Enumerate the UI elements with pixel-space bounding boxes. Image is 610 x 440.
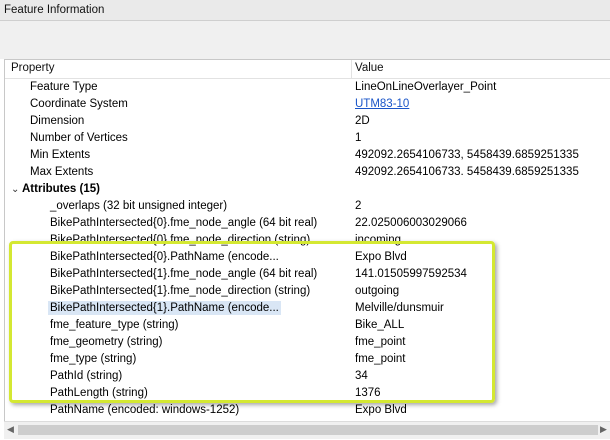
property-column-header[interactable]: Property — [11, 62, 54, 74]
table-row[interactable]: Min Extents 492092.2654106733, 5458439.6… — [5, 148, 610, 165]
value-cell: 34 — [355, 370, 368, 382]
value-cell: Expo Blvd — [355, 404, 407, 416]
selected-property-text: BikePathIntersected{1}.PathName (encode.… — [48, 301, 281, 315]
toolbar-area — [0, 21, 610, 59]
value-cell: fme_point — [355, 336, 406, 348]
value-cell: 141.01505997592534 — [355, 268, 467, 280]
table-row[interactable]: fme_type (string) fme_point — [5, 352, 610, 369]
property-cell: fme_type (string) — [50, 353, 137, 365]
value-cell: 492092.2654106733, 5458439.6859251335 — [355, 166, 579, 175]
table-row[interactable]: BikePathIntersected{0}.PathName (encode.… — [5, 250, 610, 267]
value-cell: LineOnLineOverlayer_Point — [355, 81, 497, 93]
table-row[interactable]: Feature Type LineOnLineOverlayer_Point — [5, 80, 610, 97]
table-row[interactable]: _overlaps (32 bit unsigned integer) 2 — [5, 199, 610, 216]
scroll-left-icon[interactable]: ◀ — [7, 424, 14, 435]
value-column-header[interactable]: Value — [355, 62, 384, 74]
table-row[interactable]: fme_geometry (string) fme_point — [5, 335, 610, 352]
scroll-right-icon[interactable]: ▶ — [600, 424, 607, 435]
table-row[interactable]: PathName (encoded: windows-1252) Expo Bl… — [5, 403, 610, 420]
property-cell: fme_feature_type (string) — [50, 319, 179, 331]
chevron-down-icon[interactable]: ⌄ — [11, 184, 19, 195]
value-cell: incoming — [355, 234, 402, 246]
property-cell: BikePathIntersected{0}.PathName (encode.… — [50, 251, 279, 263]
table-header: Property Value — [5, 60, 610, 79]
property-cell: fme_geometry (string) — [50, 336, 163, 348]
table-row[interactable]: fme_feature_type (string) Bike_ALL — [5, 318, 610, 335]
title-bar: Feature Information — [0, 0, 610, 21]
property-cell: Max Extents — [30, 166, 94, 175]
property-cell: BikePathIntersected{1}.PathName (encode.… — [48, 301, 281, 315]
value-cell: Expo Blvd — [355, 251, 407, 263]
value-cell: 2D — [355, 115, 370, 127]
group-label: Attributes (15) — [22, 183, 100, 195]
value-cell: fme_point — [355, 353, 406, 365]
attributes-group-row[interactable]: ⌄ Attributes (15) — [5, 182, 610, 199]
table-row[interactable]: BikePathIntersected{1}.fme_node_directio… — [5, 284, 610, 301]
property-cell: PathLength (string) — [50, 387, 148, 399]
table-row-selected[interactable]: BikePathIntersected{1}.PathName (encode.… — [5, 301, 610, 318]
property-cell: BikePathIntersected{1}.fme_node_angle (6… — [50, 268, 318, 280]
property-cell: Min Extents — [30, 149, 91, 161]
table-row[interactable]: BikePathIntersected{0}.fme_node_directio… — [5, 233, 610, 250]
panel-title: Feature Information — [4, 4, 105, 16]
column-separator[interactable] — [351, 60, 352, 78]
value-cell: outgoing — [355, 285, 400, 297]
property-cell: BikePathIntersected{0}.fme_node_angle (6… — [50, 217, 318, 229]
property-cell: Dimension — [30, 115, 85, 127]
property-cell: Coordinate System — [30, 98, 128, 110]
value-cell: 1 — [355, 132, 362, 144]
property-cell: Number of Vertices — [30, 132, 128, 144]
value-cell: Bike_ALL — [355, 319, 405, 331]
value-cell: 2 — [355, 200, 362, 212]
horizontal-scrollbar[interactable]: ◀ ▶ — [4, 421, 610, 439]
table-row[interactable]: PathId (string) 34 — [5, 369, 610, 386]
table-row[interactable]: BikePathIntersected{1}.fme_node_angle (6… — [5, 267, 610, 284]
property-cell: BikePathIntersected{1}.fme_node_directio… — [50, 285, 311, 297]
table-row[interactable]: PathLength (string) 1376 — [5, 386, 610, 403]
property-cell: Feature Type — [30, 81, 98, 93]
value-cell: 492092.2654106733, 5458439.6859251335 — [355, 149, 579, 161]
table-row[interactable]: BikePathIntersected{0}.fme_node_angle (6… — [5, 216, 610, 233]
table-row[interactable]: Coordinate System UTM83-10 — [5, 97, 610, 114]
property-cell: _overlaps (32 bit unsigned integer) — [50, 200, 228, 212]
table-row[interactable]: Dimension 2D — [5, 114, 610, 131]
properties-table: Property Value Feature Type LineOnLineOv… — [4, 59, 610, 422]
feature-information-panel: Feature Information Property Value Featu… — [0, 0, 610, 440]
table-row[interactable]: Max Extents 492092.2654106733, 5458439.6… — [5, 165, 610, 175]
property-cell: PathName (encoded: windows-1252) — [50, 404, 240, 416]
value-cell: 1376 — [355, 387, 381, 399]
property-cell: BikePathIntersected{0}.fme_node_directio… — [50, 234, 311, 246]
coordinate-system-link[interactable]: UTM83-10 — [355, 98, 409, 110]
property-cell: PathId (string) — [50, 370, 123, 382]
value-cell: Melville/dunsmuir — [355, 302, 444, 314]
table-row[interactable]: Number of Vertices 1 — [5, 131, 610, 148]
scrollbar-thumb[interactable] — [18, 425, 598, 435]
value-cell: 22.025006003029066 — [355, 217, 467, 229]
